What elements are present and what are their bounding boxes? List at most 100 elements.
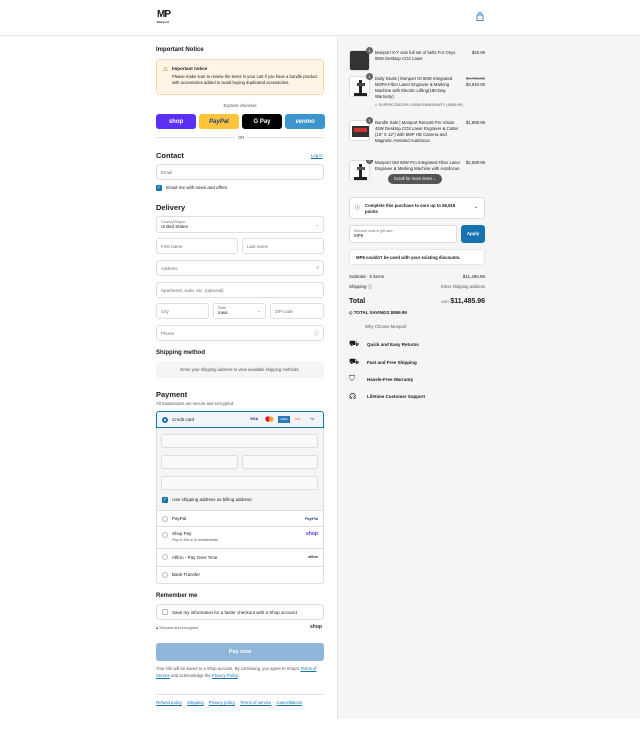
discount-field[interactable]: Discount code or gift card MP6 [349,225,457,243]
delivery-truck-icon: ⛟ [349,357,360,366]
apartment-field[interactable]: Apartment, suite, etc. (optional) [156,282,324,298]
checkbox-checked-icon[interactable]: ✓ [156,185,162,191]
currency-code: USD [440,300,449,304]
legal-text-2: and acknowledge the [171,672,211,678]
scroll-for-more-pill[interactable]: Scroll for more items ↓ [388,174,442,184]
product-price: $45.99 [471,50,485,55]
state-select[interactable]: State Iowa ⌄ [213,303,266,319]
discount-code: SUPERCODE20% 1000AYSWARRANTY (-$959.99) [378,103,463,107]
product-price: $2,599.99 [465,160,485,165]
google-pay-button[interactable]: G Pay [242,114,282,129]
expiry-field[interactable] [161,455,238,469]
email-field[interactable]: Email [156,164,324,180]
returns-icon: ⛟ [349,339,360,348]
paypal-button[interactable]: PayPal [199,114,239,129]
remember-heading: Remember me [156,593,198,599]
discount-error: MP6 couldn't be used with your existing … [349,249,485,265]
help-icon[interactable]: ⓘ [314,330,319,337]
help-icon[interactable]: ⓘ [368,284,373,289]
shipping-value: Enter shipping address [441,284,485,289]
paypal-option[interactable]: PayPal PayPal [156,510,324,527]
scroll-hint: Scroll for more items [394,176,433,181]
country-select[interactable]: Country/Region United States ⌄ [156,216,324,233]
subtotal-label: Subtotal · 5 items [349,274,385,279]
amex-icon: AMEX [278,416,290,423]
feature-item: ☊ Lifetime Customer Support [349,391,425,401]
radio-icon[interactable] [162,532,168,538]
radio-icon[interactable] [162,516,168,522]
venmo-button[interactable]: venmo [285,114,325,129]
checkbox-icon[interactable] [162,609,168,615]
radio-selected-icon[interactable] [162,417,168,423]
news-checkbox-row[interactable]: ✓ Email me with news and offers [156,185,227,191]
name-on-card-field[interactable] [161,476,318,490]
radio-icon[interactable] [162,572,168,578]
quantity-badge: 1 [366,47,373,54]
bank-transfer-option[interactable]: Bank Transfer [156,567,324,584]
legal-text-1: Your info will be saved to a Shop accoun… [156,666,300,671]
remember-option[interactable]: Save my information for a faster checkou… [156,604,324,620]
headset-icon: ☊ [349,391,357,401]
savings-row: ◇ TOTAL SAVINGS $959.99 [349,310,407,316]
security-code-field[interactable] [242,455,318,469]
shop-pay-button[interactable]: shop [156,114,196,129]
total-value: $11,485.96 [450,298,485,305]
refund-policy-link[interactable]: Refund policy [156,700,182,705]
footer-links: Refund policy Shipping Privacy policy Te… [156,700,302,705]
feature-label: Quick and Easy Returns [367,341,419,347]
affirm-option[interactable]: Affirm - Pay Over Time affirm [156,549,324,567]
product-name: Monport GM 50W Pro Integrated Fiber Lase… [375,160,461,171]
warning-icon: ⚠ [163,67,169,73]
billing-label: Use shipping address as billing address. [172,497,253,503]
apply-button[interactable]: Apply [461,225,485,243]
city-field[interactable]: City [156,303,209,319]
divider [156,694,324,695]
address-placeholder: Address [161,266,178,271]
shipping-link[interactable]: Shipping [187,700,204,705]
card-number-field[interactable] [161,434,318,448]
login-link[interactable]: Log in [311,153,323,158]
bank-transfer-label: Bank Transfer [172,572,201,577]
radio-icon[interactable] [162,554,168,560]
credit-card-option[interactable]: Credit card VISA AMEX DISC +4 [156,411,324,428]
feature-item: ⛟ Fast and Free Shipping [349,357,417,367]
remember-label: Save my information for a faster checkou… [172,610,297,615]
feature-item: ⛟ Quick and Easy Returns [349,339,419,349]
logo-mark: MP [157,9,171,20]
delivery-heading: Delivery [156,203,186,212]
phone-field[interactable]: Phone ⓘ [156,325,324,341]
shopping-bag-icon[interactable] [476,12,484,21]
header: MP Monport [0,0,640,36]
total-row: USD $11,485.96 [405,298,485,305]
shop-pay-subtitle: Pay in full or in installments [172,538,219,542]
savings-label: TOTAL SAVINGS [353,310,390,315]
cancellations-link[interactable]: Cancellations [276,700,302,705]
quantity-badge: 1 [366,160,373,164]
terms-link[interactable]: Terms of service [240,700,271,705]
checkbox-checked-icon[interactable]: ✓ [162,497,168,503]
shield-icon: ⛉ [349,374,355,383]
monport-logo[interactable]: MP Monport [157,9,175,25]
tag-icon: ◇ [349,310,353,315]
tag-icon: ◇ [375,103,378,107]
last-name-field[interactable]: Last name [242,238,324,254]
shipping-method-message: Enter your shipping address to view avai… [156,361,324,378]
points-banner[interactable]: ⓘ Complete this purchase to earn up to 6… [349,197,485,219]
privacy-link[interactable]: Privacy Policy [212,673,238,678]
product-name: Bundle Sale | Monport Reno45 Pro Vision … [375,120,459,143]
zip-field[interactable]: ZIP code [270,303,324,319]
quantity-badge: 1 [366,117,373,124]
quantity-badge: 1 [366,73,373,80]
paypal-label: PayPal [172,516,187,521]
pay-now-button[interactable]: Pay now [156,643,324,661]
shipping-row: Shipping ⓘ [349,284,372,290]
privacy-policy-link[interactable]: Privacy policy [209,700,235,705]
shop-pay-option[interactable]: Shop Pay Pay in full or in installments … [156,527,324,549]
legal-end: . [237,672,239,678]
subtotal-value: $11,485.96 [462,274,485,279]
billing-checkbox-row[interactable]: ✓ Use shipping address as billing addres… [162,497,253,503]
first-name-field[interactable]: First name [156,238,238,254]
chevron-down-icon: ⌄ [315,222,319,227]
shop-pay-logo: shop [306,531,318,537]
address-field[interactable]: Address ⌕ [156,260,324,276]
